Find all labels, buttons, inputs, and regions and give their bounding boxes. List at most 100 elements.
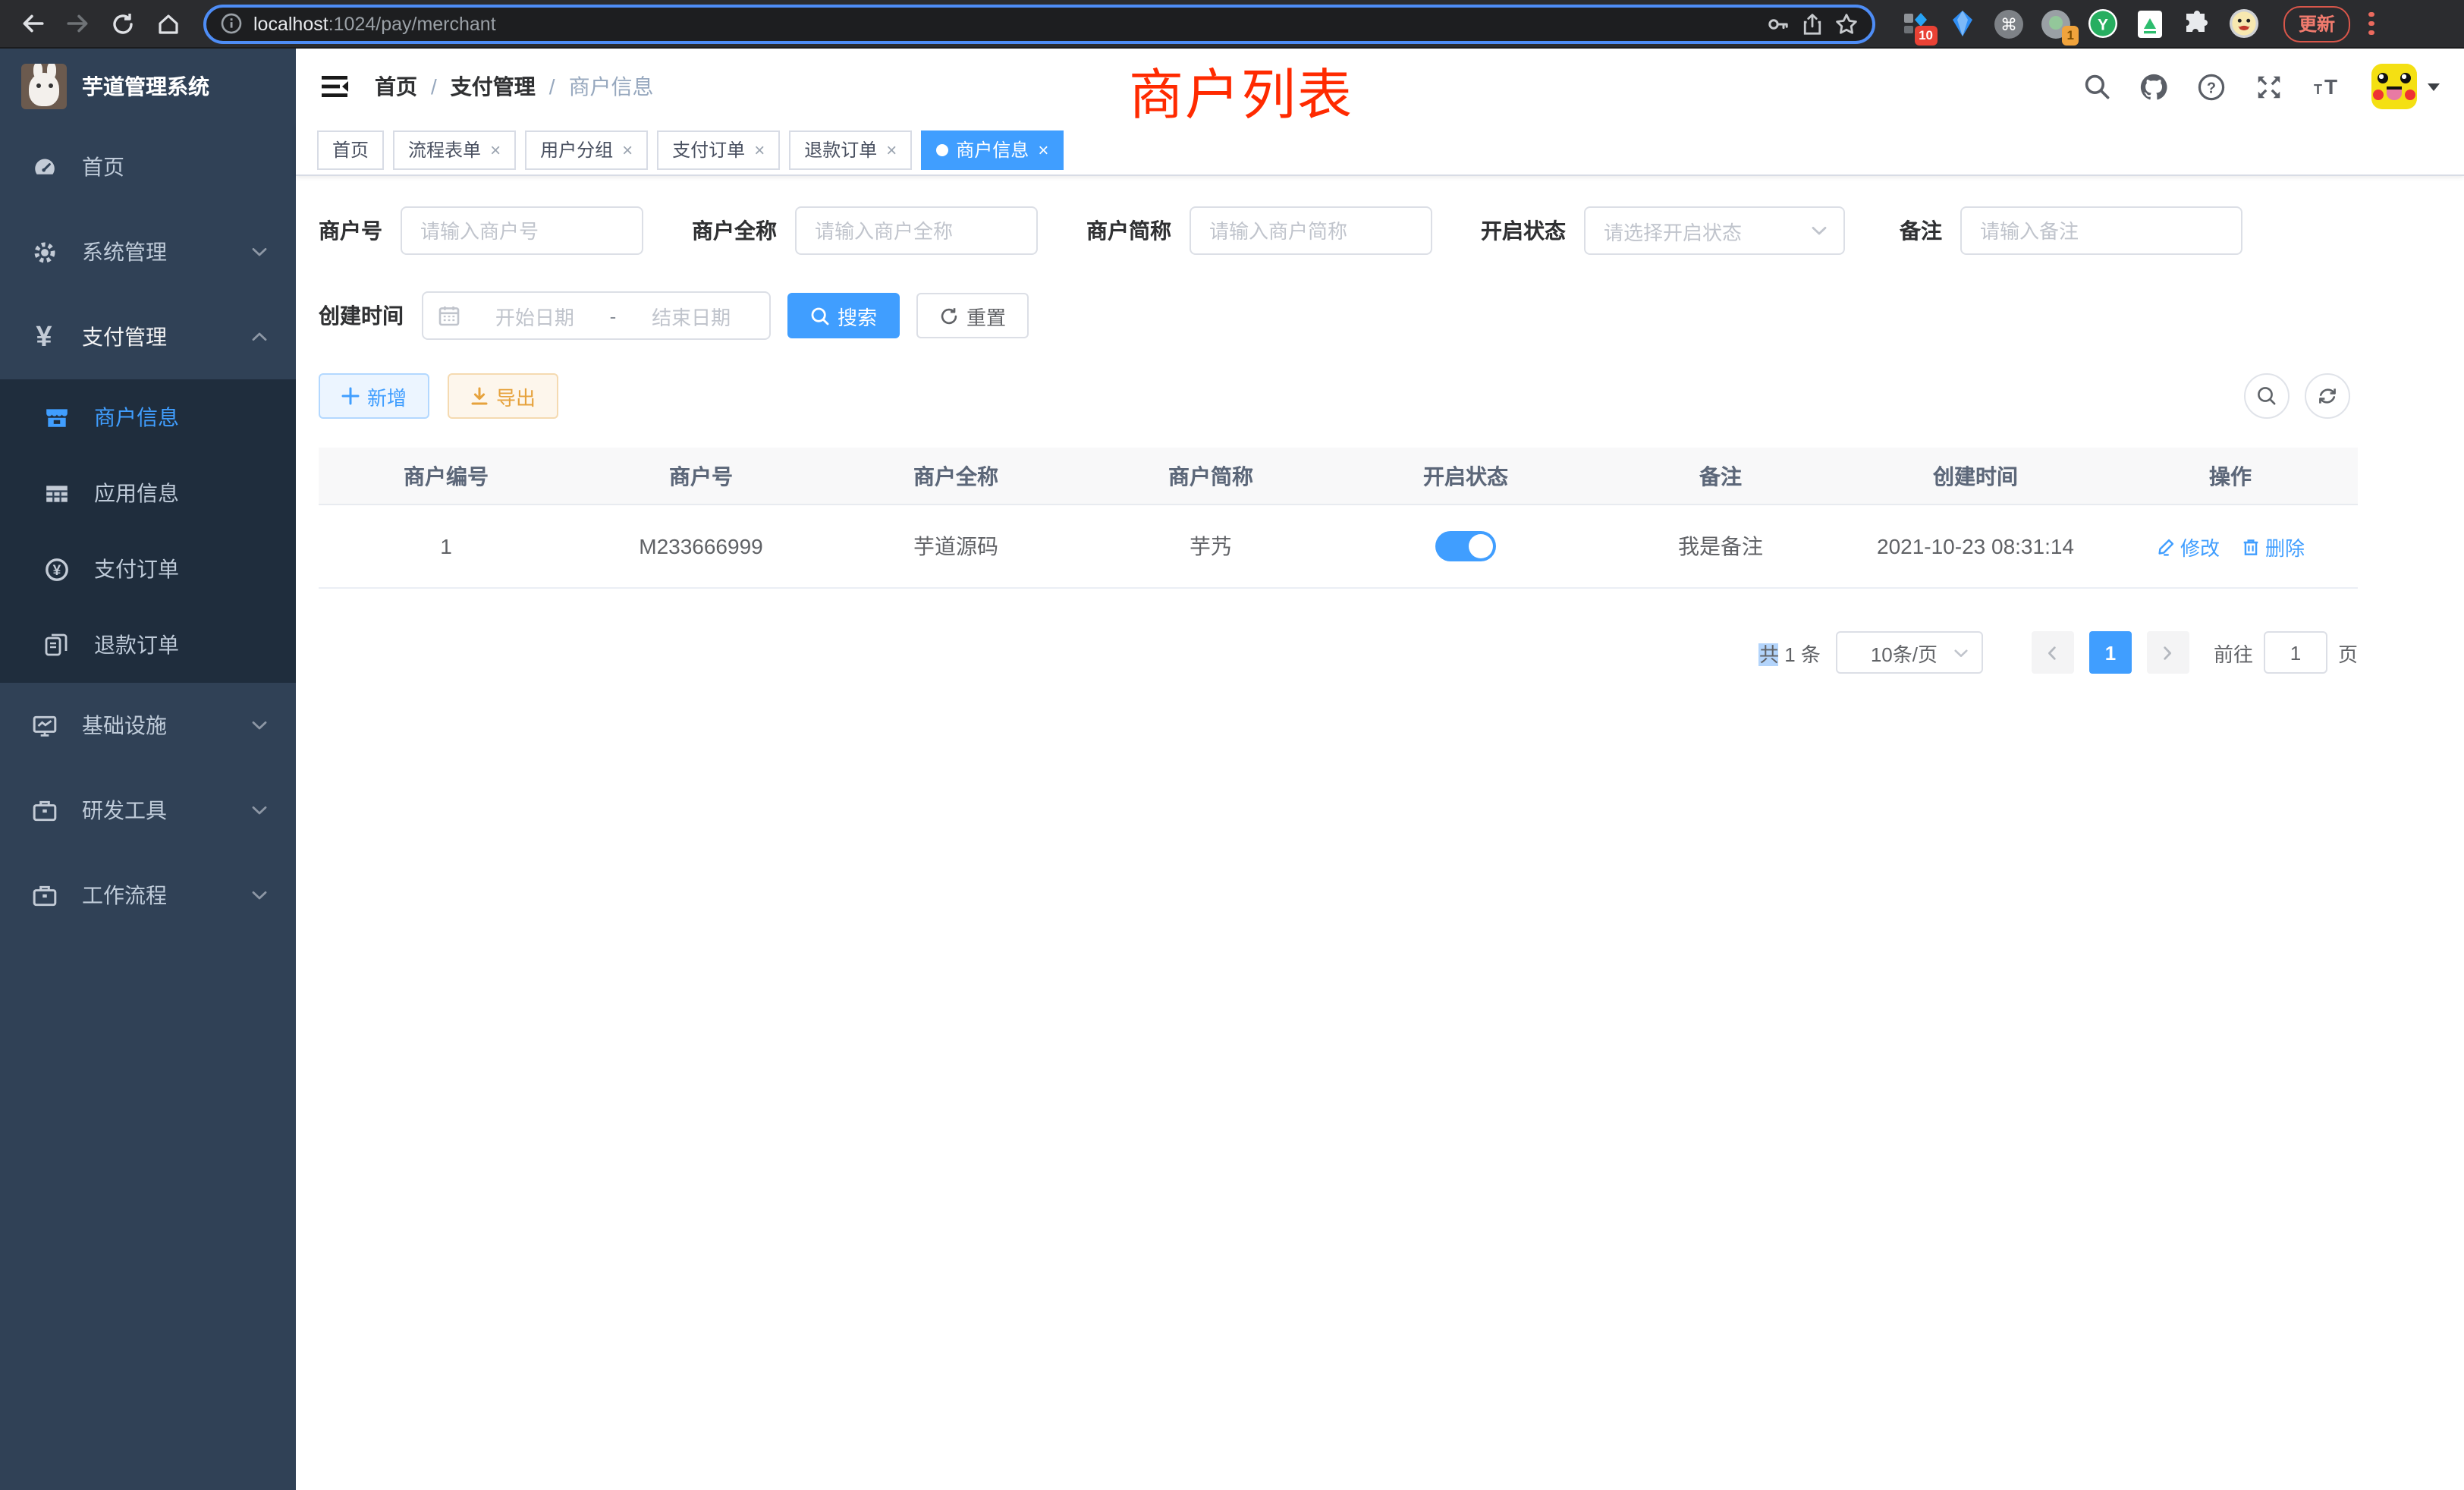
briefcase-icon (30, 882, 58, 908)
table-tools (2244, 373, 2350, 419)
reload-icon[interactable] (103, 4, 143, 43)
close-icon[interactable]: × (622, 139, 633, 160)
status-select[interactable]: 请选择开启状态 (1584, 206, 1845, 255)
help-icon[interactable]: ? (2197, 72, 2226, 101)
close-icon[interactable]: × (886, 139, 897, 160)
browser-menu-icon[interactable] (2368, 12, 2374, 36)
share-icon[interactable] (1801, 11, 1824, 36)
end-date-placeholder: 结束日期 (628, 301, 754, 330)
avatar (2371, 64, 2417, 109)
tab-user-group[interactable]: 用户分组× (525, 130, 648, 169)
tab-pay-order[interactable]: 支付订单× (657, 130, 780, 169)
sidebar-item-label: 应用信息 (94, 478, 179, 508)
address-bar[interactable]: localhost:1024/pay/merchant (203, 4, 1875, 43)
browser-update-button[interactable]: 更新 (2283, 5, 2350, 42)
page-number-1[interactable]: 1 (2089, 631, 2132, 674)
breadcrumb-pay[interactable]: 支付管理 (451, 71, 536, 102)
search-icon (2256, 385, 2277, 407)
sidebar-item-refund-order[interactable]: 退款订单 (0, 607, 296, 683)
export-button-label: 导出 (496, 382, 536, 410)
app-logo-bar[interactable]: 芋道管理系统 (0, 49, 296, 124)
full-name-input[interactable] (795, 206, 1038, 255)
next-page-button[interactable] (2147, 631, 2189, 674)
column-header: 商户全称 (828, 461, 1083, 491)
tags-view: 首页 流程表单× 用户分组× 支付订单× 退款订单× 商户信息× (296, 124, 2464, 176)
reset-button-label: 重置 (966, 301, 1006, 330)
close-icon[interactable]: × (754, 139, 765, 160)
table-row: 1 M233666999 芋道源码 芋艿 我是备注 2021-10-23 08:… (319, 505, 2358, 589)
extension-balloon-icon[interactable] (1947, 8, 1977, 39)
extension-command-icon[interactable]: ⌘ (1994, 8, 2024, 39)
sidebar-fold-icon[interactable] (320, 73, 350, 100)
search-icon[interactable] (2083, 73, 2110, 100)
total-count: 1 (1779, 643, 1801, 665)
url-host: localhost (253, 13, 328, 34)
edit-link[interactable]: 修改 (2156, 532, 2220, 561)
tab-home[interactable]: 首页 (317, 130, 384, 169)
remark-input[interactable] (1960, 206, 2242, 255)
extension-pin-icon[interactable]: 1 (2041, 8, 2071, 39)
add-button-label: 新增 (367, 382, 407, 410)
column-header: 商户号 (574, 461, 828, 491)
sidebar-item-merchant-info[interactable]: 商户信息 (0, 379, 296, 455)
sidebar-item-infra[interactable]: 基础设施 (0, 683, 296, 768)
sidebar-item-home[interactable]: 首页 (0, 124, 296, 209)
prev-page-button[interactable] (2032, 631, 2074, 674)
short-name-input[interactable] (1190, 206, 1432, 255)
close-icon[interactable]: × (1038, 139, 1048, 160)
tab-process-form[interactable]: 流程表单× (393, 130, 516, 169)
bookmark-star-icon[interactable] (1834, 11, 1859, 36)
cell-create-time: 2021-10-23 08:31:14 (1848, 534, 2103, 558)
extension-y-icon[interactable]: Y (2088, 8, 2118, 39)
refresh-table-button[interactable] (2305, 373, 2350, 419)
site-info-icon[interactable] (220, 12, 243, 35)
close-icon[interactable]: × (490, 139, 501, 160)
hide-search-button[interactable] (2244, 373, 2290, 419)
column-header: 备注 (1593, 461, 1848, 491)
password-key-icon[interactable] (1766, 11, 1790, 36)
github-icon[interactable] (2139, 72, 2168, 101)
sidebar-item-app-info[interactable]: 应用信息 (0, 455, 296, 531)
user-avatar-menu[interactable] (2371, 64, 2440, 109)
merchant-no-input[interactable] (401, 206, 643, 255)
extension-emoji-icon[interactable] (2229, 8, 2259, 39)
page-size-select[interactable]: 10条/页 (1836, 631, 1983, 674)
column-header: 操作 (2103, 461, 2358, 491)
tab-refund-order[interactable]: 退款订单× (789, 130, 912, 169)
extensions-puzzle-icon[interactable] (2182, 8, 2212, 39)
shop-icon (42, 404, 70, 430)
extension-blocks-icon[interactable]: 10 (1900, 8, 1930, 39)
extension-doc-icon[interactable] (2135, 8, 2165, 39)
back-icon[interactable] (12, 4, 52, 43)
sidebar-item-workflow[interactable]: 工作流程 (0, 853, 296, 938)
sidebar-item-label: 支付订单 (94, 554, 179, 584)
sidebar-item-label: 系统管理 (82, 237, 226, 267)
export-button[interactable]: 导出 (448, 373, 558, 419)
breadcrumb-home[interactable]: 首页 (375, 71, 417, 102)
forward-icon[interactable] (58, 4, 97, 43)
sidebar-item-system[interactable]: 系统管理 (0, 209, 296, 294)
total-suffix: 条 (1801, 643, 1821, 665)
tab-merchant-info[interactable]: 商户信息× (921, 130, 1064, 169)
font-size-icon[interactable]: TT (2312, 73, 2343, 100)
add-button[interactable]: 新增 (319, 373, 429, 419)
column-header: 创建时间 (1848, 461, 2103, 491)
caret-down-icon (2428, 83, 2440, 90)
search-button[interactable]: 搜索 (787, 293, 900, 338)
sidebar: 芋道管理系统 首页 系统管理 ¥ 支付管理 (0, 49, 296, 1490)
home-icon[interactable] (149, 4, 188, 43)
total-prefix: 共 (1759, 643, 1779, 665)
sidebar-item-pay[interactable]: ¥ 支付管理 (0, 294, 296, 379)
url-text: localhost:1024/pay/merchant (253, 13, 496, 34)
screen: localhost:1024/pay/merchant 10 ⌘ (0, 0, 2464, 1490)
create-time-range-picker[interactable]: 开始日期 - 结束日期 (422, 291, 771, 340)
goto-page-input[interactable] (2264, 631, 2327, 674)
status-toggle-on[interactable] (1435, 531, 1496, 561)
reset-button[interactable]: 重置 (916, 293, 1029, 338)
main-panel: 首页 / 支付管理 / 商户信息 ? (296, 49, 2464, 1490)
delete-link[interactable]: 删除 (2241, 532, 2305, 561)
sidebar-item-pay-order[interactable]: ¥ 支付订单 (0, 531, 296, 607)
sidebar-item-dev-tools[interactable]: 研发工具 (0, 768, 296, 853)
search-button-label: 搜索 (838, 301, 877, 330)
fullscreen-icon[interactable] (2255, 72, 2283, 101)
